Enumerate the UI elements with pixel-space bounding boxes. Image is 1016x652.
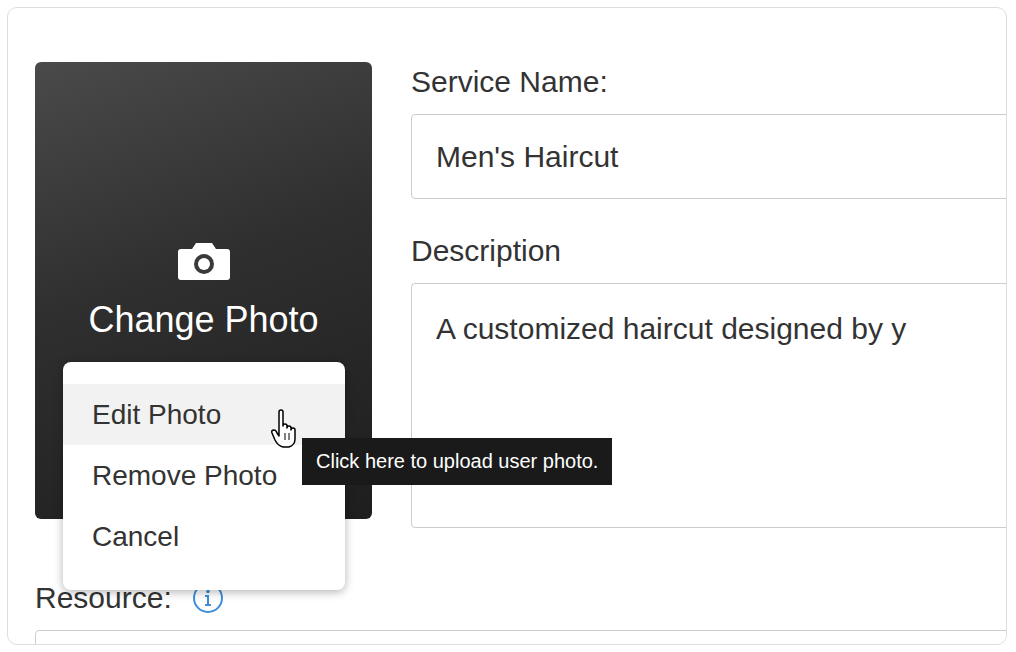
service-card: Change Photo Edit PhotoRemove PhotoCance…: [7, 7, 1007, 645]
field-label: Service Name:: [411, 64, 1007, 100]
description-textarea[interactable]: A customized haircut designed by y: [411, 283, 1007, 528]
photo-menu-item[interactable]: Edit Photo: [63, 384, 345, 445]
change-photo-overlay[interactable]: Change Photo: [88, 241, 318, 341]
service-name-input[interactable]: Men's Haircut: [411, 114, 1007, 199]
camera-icon: [177, 241, 231, 281]
hand-cursor-icon: [271, 409, 301, 449]
field-label: Description: [411, 233, 1007, 269]
change-photo-label: Change Photo: [88, 299, 318, 341]
photo-area: Change Photo Edit PhotoRemove PhotoCance…: [35, 62, 372, 519]
page: Change Photo Edit PhotoRemove PhotoCance…: [0, 0, 1016, 652]
resource-select[interactable]: [35, 630, 1007, 645]
tooltip: Click here to upload user photo.: [302, 438, 612, 485]
photo-menu-item[interactable]: Cancel: [63, 506, 345, 567]
